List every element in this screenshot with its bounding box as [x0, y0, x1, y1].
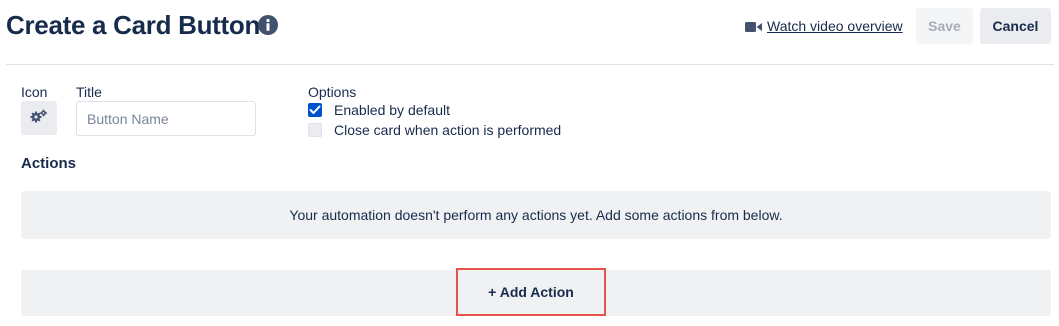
options-label: Options [308, 84, 357, 100]
save-button[interactable]: Save [916, 8, 973, 44]
watch-video-link[interactable]: Watch video overview [745, 17, 903, 35]
checkmark-icon [309, 105, 321, 114]
enabled-by-default-label: Enabled by default [334, 102, 450, 118]
title-label: Title [76, 84, 102, 100]
info-icon[interactable] [258, 15, 278, 35]
add-action-button[interactable]: + Add Action [456, 268, 606, 316]
actions-heading: Actions [21, 155, 77, 172]
header-divider [6, 64, 1054, 65]
close-card-option[interactable]: Close card when action is performed [308, 121, 561, 139]
gears-icon [30, 109, 48, 128]
page-title: Create a Card Button [6, 10, 261, 40]
cancel-button[interactable]: Cancel [980, 8, 1051, 44]
watch-video-label: Watch video overview [767, 18, 903, 34]
enabled-by-default-option[interactable]: Enabled by default [308, 101, 450, 119]
close-card-checkbox[interactable] [308, 123, 322, 137]
empty-state-message: Your automation doesn't perform any acti… [289, 207, 783, 223]
enabled-by-default-checkbox[interactable] [308, 103, 322, 117]
icon-label: Icon [21, 84, 48, 100]
icon-picker-button[interactable] [21, 101, 57, 135]
header-bar: Create a Card Button Watch video overvie… [0, 0, 1059, 64]
video-camera-icon [745, 20, 762, 32]
button-title-input[interactable] [76, 101, 256, 136]
close-card-label: Close card when action is performed [334, 122, 562, 138]
actions-empty-state: Your automation doesn't perform any acti… [21, 191, 1051, 239]
